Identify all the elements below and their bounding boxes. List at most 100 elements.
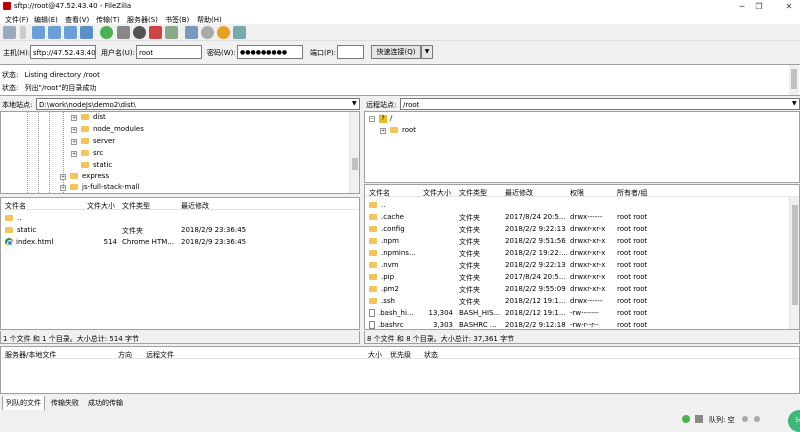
toggle-remote-tree-icon[interactable] <box>64 26 77 39</box>
column-header[interactable]: 文件类型 <box>459 188 487 199</box>
remote-path-dropdown-icon[interactable]: ▼ <box>792 100 797 107</box>
table-row[interactable]: static 文件夹 2018/2/9 23:36:45 <box>1 224 341 236</box>
column-header[interactable]: 方向 <box>118 350 132 360</box>
local-tree-item[interactable]: express <box>70 172 109 183</box>
scroll-thumb[interactable] <box>352 158 358 170</box>
expand-icon[interactable]: + <box>60 185 66 191</box>
table-row[interactable]: .. <box>1 212 341 224</box>
column-header[interactable]: 文件名 <box>5 201 26 212</box>
toggle-queue-icon[interactable] <box>80 26 93 39</box>
column-header[interactable]: 大小 <box>368 350 382 360</box>
tab-queued-files[interactable]: 列队的文件 <box>2 396 45 411</box>
remote-tree-pane: − ? / + root <box>364 111 800 183</box>
log-text: 列出"/root"的目录成功 <box>24 84 97 92</box>
table-row[interactable]: .pip 文件夹 2017/8/24 20:5... drwxr-xr-x root r… <box>365 271 785 283</box>
table-row[interactable]: index.html 514 Chrome HTM... 2018/2/9 23… <box>1 236 341 248</box>
expand-icon[interactable]: + <box>71 115 77 121</box>
expand-icon[interactable]: + <box>71 139 77 145</box>
table-row[interactable]: .nvm 文件夹 2018/2/2 9:22:13 drwxr-xr-x root ro… <box>365 259 785 271</box>
column-header[interactable]: 最近修改 <box>181 201 209 212</box>
local-tree-item[interactable]: dist <box>81 113 106 124</box>
folder-icon <box>70 184 78 190</box>
table-row[interactable]: .npm 文件夹 2018/2/2 9:51:56 drwxr-xr-x root ro… <box>365 235 785 247</box>
column-header[interactable]: 最近修改 <box>505 188 533 199</box>
quickconnect-button[interactable]: 快速连接(Q) <box>371 45 421 59</box>
remote-file-list: 文件名 文件大小 文件类型 最近修改 权限 所有者/组 .. .cache 文件夹 2… <box>364 184 800 330</box>
search-icon[interactable] <box>201 26 214 39</box>
table-row[interactable]: .npmins... 文件夹 2018/2/2 19:22:... drwxr-xr-… <box>365 247 785 259</box>
quickconnect-dropdown-icon[interactable]: ▼ <box>421 45 433 59</box>
toggle-local-tree-icon[interactable] <box>48 26 61 39</box>
transfer-queue: 服务器/本地文件 方向 远程文件 大小 优先级 状态 <box>0 346 800 394</box>
refresh-icon[interactable] <box>100 26 113 39</box>
column-header[interactable]: 权限 <box>570 188 584 199</box>
collapse-icon[interactable]: − <box>369 116 375 122</box>
local-path-field[interactable]: D:\work\nodeJs\demo2\dist\ <box>36 98 360 110</box>
expand-icon[interactable]: + <box>380 128 386 134</box>
folder-icon <box>5 227 13 233</box>
sync-browse-icon[interactable] <box>217 26 230 39</box>
username-label: 用户名(U): <box>101 49 135 57</box>
column-header[interactable]: 优先级 <box>390 350 411 360</box>
remote-list-scrollbar[interactable] <box>789 197 799 329</box>
overlay-badge[interactable]: 56 <box>788 410 800 432</box>
remote-site-label: 远程站点: <box>366 101 397 109</box>
column-header[interactable]: 服务器/本地文件 <box>5 350 56 360</box>
password-field[interactable]: ●●●●●●●●● <box>237 45 303 59</box>
expand-icon[interactable]: + <box>71 151 77 157</box>
find-files-icon[interactable] <box>233 26 246 39</box>
table-row[interactable]: .pm2 文件夹 2018/2/2 9:55:09 drwxr-xr-x root ro… <box>365 283 785 295</box>
table-row[interactable]: .config 文件夹 2018/2/2 9:22:13 drwxr-xr-x root… <box>365 223 785 235</box>
host-field[interactable]: sftp://47.52.43.40 <box>30 45 96 59</box>
table-row[interactable]: .bashrc 3,303 BASHRC ... 2018/2/2 9:12:18 -r… <box>365 319 785 329</box>
log-scrollbar[interactable] <box>789 65 799 95</box>
reconnect-icon[interactable] <box>165 26 178 39</box>
tree-guide-line <box>63 112 64 193</box>
directory-listing-filter-icon[interactable] <box>185 26 198 39</box>
folder-icon <box>369 226 377 232</box>
tree-guide-line <box>27 112 28 193</box>
local-list-header: 文件名 文件大小 文件类型 最近修改 <box>1 198 359 212</box>
local-tree-item[interactable]: node_modules <box>81 125 144 136</box>
file-icon <box>369 321 375 329</box>
scroll-thumb[interactable] <box>792 205 798 305</box>
local-tree-scrollbar[interactable] <box>349 112 359 193</box>
local-tree-item[interactable]: server <box>81 137 115 148</box>
site-manager-dropdown-icon[interactable] <box>20 26 26 39</box>
column-header[interactable]: 所有者/组 <box>617 188 647 199</box>
log-scroll-thumb[interactable] <box>791 69 797 89</box>
local-path-dropdown-icon[interactable]: ▼ <box>352 100 357 107</box>
close-button[interactable]: ✕ <box>782 1 796 12</box>
log-text: Listing directory /root <box>24 71 100 79</box>
expand-icon[interactable]: + <box>71 127 77 133</box>
port-field[interactable] <box>337 45 364 59</box>
cancel-icon[interactable] <box>133 26 146 39</box>
maximize-button[interactable]: ❐ <box>752 1 766 12</box>
username-field[interactable]: root <box>136 45 202 59</box>
table-row[interactable]: .ssh 文件夹 2018/2/12 19:1... drwx------ root r… <box>365 295 785 307</box>
table-row[interactable]: .bash_hi... 13,304 BASH_HIS... 2018/2/12 19… <box>365 307 785 319</box>
column-header[interactable]: 文件大小 <box>87 201 115 212</box>
column-header[interactable]: 文件名 <box>369 188 390 199</box>
local-tree-item[interactable]: js-full-stack-mall <box>70 183 140 193</box>
column-header[interactable]: 远程文件 <box>146 350 174 360</box>
table-row[interactable]: .cache 文件夹 2017/8/24 20:5... drwx------ root… <box>365 211 785 223</box>
disconnect-icon[interactable] <box>149 26 162 39</box>
remote-tree-item[interactable]: ? / <box>379 114 392 125</box>
tab-successful-transfers[interactable]: 成功的传输 <box>85 396 126 410</box>
local-tree-item[interactable]: static <box>81 161 112 172</box>
site-manager-icon[interactable] <box>3 26 16 39</box>
remote-path-field[interactable]: /root <box>400 98 800 110</box>
column-header[interactable]: 文件类型 <box>122 201 150 212</box>
column-header[interactable]: 文件大小 <box>423 188 451 199</box>
local-tree-item[interactable]: src <box>81 149 103 160</box>
expand-icon[interactable]: + <box>60 174 66 180</box>
table-row[interactable]: .. <box>365 199 785 211</box>
process-queue-icon[interactable] <box>117 26 130 39</box>
remote-tree-item[interactable]: root <box>390 126 416 137</box>
toggle-log-icon[interactable] <box>32 26 45 39</box>
tab-failed-transfers[interactable]: 传输失败 <box>48 396 82 410</box>
column-header[interactable]: 状态 <box>424 350 438 360</box>
minimize-button[interactable]: ─ <box>735 1 749 12</box>
window-title: sftp://root@47.52.43.40 - FileZilla <box>14 2 132 10</box>
